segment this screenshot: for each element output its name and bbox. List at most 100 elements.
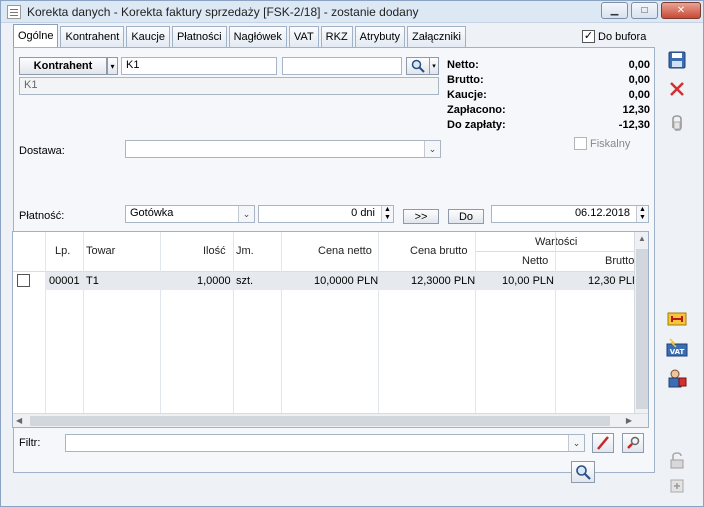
- filter-wrench-icon: [627, 436, 640, 449]
- checkbox-unchecked-icon: [574, 137, 587, 150]
- window-title: Korekta danych - Korekta faktury sprzeda…: [27, 5, 419, 19]
- apply-filter-button[interactable]: [571, 461, 595, 483]
- tab-kontrahent[interactable]: Kontrahent: [60, 26, 125, 47]
- contractor-button-label: Kontrahent: [33, 60, 93, 72]
- close-button[interactable]: ✕: [661, 2, 701, 19]
- grid-divider: [45, 232, 46, 414]
- vertical-scrollbar[interactable]: ▲: [634, 232, 648, 414]
- grid-divider: [160, 232, 161, 414]
- scroll-thumb[interactable]: [30, 416, 610, 426]
- lock-button[interactable]: [666, 449, 688, 471]
- grid-divider: [281, 232, 282, 414]
- chevron-down-icon: ⌄: [238, 206, 254, 222]
- maximize-button[interactable]: □: [631, 2, 658, 19]
- save-icon: [668, 51, 686, 69]
- scroll-up-icon[interactable]: ▲: [638, 234, 646, 243]
- person-icon: [668, 369, 687, 388]
- filter-label: Filtr:: [19, 437, 41, 449]
- search-dropdown-button[interactable]: ▾: [430, 57, 439, 75]
- scroll-thumb[interactable]: [636, 249, 648, 409]
- tab-zalaczniki[interactable]: Załączniki: [407, 26, 466, 47]
- do-button[interactable]: Do: [448, 209, 484, 224]
- filter-input[interactable]: ⌄: [65, 434, 585, 452]
- contractor-search-input[interactable]: [282, 57, 402, 75]
- contractor-card-button[interactable]: [666, 367, 688, 389]
- payment-method-select[interactable]: Gotówka ⌄: [125, 205, 255, 223]
- payment-method-value: Gotówka: [130, 207, 174, 219]
- scroll-right-icon[interactable]: ▶: [626, 416, 632, 425]
- col-netto[interactable]: Netto: [522, 255, 548, 267]
- spinner-arrows-icon[interactable]: ▲ ▼: [636, 206, 648, 222]
- tab-naglowek[interactable]: Nagłówek: [228, 26, 287, 47]
- totals-panel: Netto: 0,00 Brutto: 0,00 Kaucje: 0,00 Zapła…: [447, 59, 650, 134]
- search-button[interactable]: [406, 57, 430, 75]
- total-label: Brutto:: [447, 74, 484, 86]
- vat-button[interactable]: VAT: [666, 337, 688, 359]
- tab-platnosci[interactable]: Płatności: [171, 26, 227, 47]
- contractor-button[interactable]: Kontrahent: [19, 57, 107, 75]
- tab-kaucje[interactable]: Kaucje: [126, 26, 170, 47]
- do-bufora-checkbox[interactable]: ✓ Do bufora: [582, 30, 646, 43]
- total-do-zaplaty: Do zapłaty: -12,30: [447, 119, 650, 134]
- filter-settings-button[interactable]: [622, 433, 644, 453]
- save-button[interactable]: [666, 49, 688, 71]
- payment-days-value: 0 dni: [351, 207, 375, 219]
- scroll-left-icon[interactable]: ◀: [16, 416, 22, 425]
- grid-divider: [555, 232, 556, 414]
- pin-button[interactable]: [666, 475, 688, 497]
- maximize-icon: □: [641, 5, 648, 16]
- title-bar[interactable]: Korekta danych - Korekta faktury sprzeda…: [1, 1, 703, 23]
- attach-button[interactable]: [666, 112, 688, 134]
- grid-divider: [475, 232, 476, 414]
- clear-filter-button[interactable]: [592, 433, 614, 453]
- delivery-select[interactable]: ⌄: [125, 140, 441, 158]
- tab-ogolne[interactable]: Ogólne: [13, 24, 59, 47]
- contractor-dropdown-button[interactable]: ▾: [107, 57, 118, 75]
- minimize-icon: ▁: [610, 5, 619, 16]
- col-jm[interactable]: Jm.: [236, 245, 254, 257]
- cancel-button[interactable]: [666, 78, 688, 100]
- row-select-checkbox[interactable]: [17, 274, 30, 287]
- col-towar[interactable]: Towar: [86, 245, 115, 257]
- horizontal-scrollbar[interactable]: ◀ ▶: [13, 413, 648, 427]
- fiscal-checkbox[interactable]: Fiskalny: [574, 137, 630, 150]
- contractor-name-field: K1: [19, 77, 439, 95]
- total-value: 12,30: [622, 104, 650, 116]
- svg-text:VAT: VAT: [670, 348, 685, 356]
- total-kaucje: Kaucje: 0,00: [447, 89, 650, 104]
- pin-icon: [670, 479, 684, 493]
- total-zaplacono: Zapłacono: 12,30: [447, 104, 650, 119]
- cell-towar: T1: [86, 275, 99, 287]
- col-cena-netto[interactable]: Cena netto: [318, 245, 372, 257]
- spinner-arrows-icon[interactable]: ▲ ▼: [381, 206, 393, 222]
- total-value: 0,00: [628, 74, 650, 86]
- clear-filter-icon: [597, 436, 609, 450]
- do-bufora-label: Do bufora: [598, 30, 647, 43]
- tab-rkz[interactable]: RKZ: [320, 26, 353, 47]
- contractor-code-input[interactable]: K1: [121, 57, 277, 75]
- vat-icon: VAT: [666, 338, 688, 357]
- search-icon: [411, 59, 425, 73]
- minimize-button[interactable]: ▁: [601, 2, 628, 19]
- link-documents-icon: [667, 312, 687, 326]
- cell-jm: szt.: [236, 275, 254, 287]
- arrow-forward-button[interactable]: >>: [403, 209, 439, 224]
- col-cena-brutto[interactable]: Cena brutto: [410, 245, 467, 257]
- payment-days-spinner[interactable]: 0 dni ▲ ▼: [258, 205, 394, 223]
- dialog-window: Korekta danych - Korekta faktury sprzeda…: [0, 0, 704, 507]
- chevron-down-icon: ⌄: [568, 435, 584, 451]
- col-brutto[interactable]: Brutto: [605, 255, 634, 267]
- close-icon: [670, 82, 684, 96]
- link-documents-button[interactable]: [666, 308, 688, 330]
- payment-date-field[interactable]: 06.12.2018 ▲ ▼: [491, 205, 649, 223]
- tab-atrybuty[interactable]: Atrybuty: [354, 26, 406, 47]
- items-grid[interactable]: Lp. Towar Ilość Jm. Cena netto Cena brut…: [12, 231, 649, 428]
- col-ilosc[interactable]: Ilość: [203, 245, 226, 257]
- grid-divider: [378, 232, 379, 414]
- grid-divider: [233, 232, 234, 414]
- tab-vat[interactable]: VAT: [288, 26, 319, 47]
- col-group-wartosci: Wartości: [535, 236, 578, 248]
- checkbox-checked-icon: ✓: [582, 30, 595, 43]
- chevron-down-icon: ▾: [110, 61, 115, 71]
- col-lp[interactable]: Lp.: [55, 245, 70, 257]
